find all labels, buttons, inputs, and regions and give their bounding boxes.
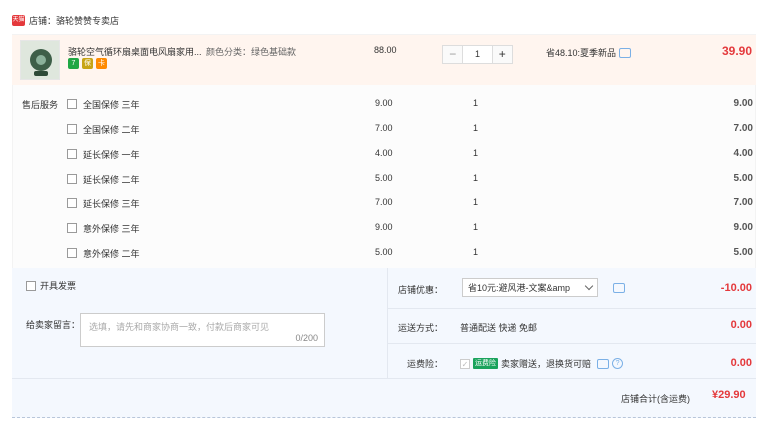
- shipping-value: 0.00: [730, 319, 752, 331]
- fan-icon: [30, 49, 52, 71]
- service-price: 5.00: [375, 173, 393, 183]
- chevron-down-icon: [584, 281, 594, 291]
- service-price: 5.00: [375, 247, 393, 257]
- message-char-count: 0/200: [295, 333, 318, 343]
- invoice-checkbox[interactable]: [26, 280, 36, 291]
- service-label: 售后服务: [22, 100, 59, 110]
- chat-icon[interactable]: [619, 48, 632, 58]
- service-checkbox[interactable]: [67, 149, 77, 159]
- service-row: 全国保修 二年 7.00 1 7.00: [67, 121, 757, 146]
- decrease-button[interactable]: −: [443, 46, 463, 63]
- coupon-label: 店铺优惠：: [398, 285, 444, 295]
- service-price: 7.00: [375, 123, 393, 133]
- service-badges: 7 保 卡: [68, 58, 107, 69]
- service-row: 延长保修 三年 7.00 1 7.00: [67, 195, 757, 220]
- coupon-value: -10.00: [720, 282, 752, 294]
- service-price: 9.00: [375, 222, 393, 232]
- service-checkbox[interactable]: [67, 248, 77, 258]
- insurance-checkbox[interactable]: ✓: [460, 358, 470, 369]
- chat-icon[interactable]: [613, 283, 625, 293]
- service-price: 4.00: [375, 148, 393, 158]
- tmall-icon: 天猫: [12, 14, 25, 26]
- invoice-option[interactable]: 开具发票: [26, 279, 76, 292]
- service-checkbox[interactable]: [67, 99, 77, 109]
- service-qty: 1: [473, 123, 479, 133]
- help-icon[interactable]: ?: [612, 358, 624, 369]
- coupon-selected: 省10元:避风港-文案&amp: [468, 283, 571, 293]
- service-row: 意外保修 三年 9.00 1 9.00: [67, 220, 757, 245]
- service-name: 意外保修 三年: [83, 224, 140, 234]
- shop-header: 天猫 店铺：骆轮赞赞专卖店: [12, 10, 119, 30]
- service-total: 7.00: [733, 197, 753, 208]
- seven-day-return-icon[interactable]: 7: [68, 58, 79, 69]
- quantity-stepper: − 1 +: [442, 45, 513, 64]
- increase-button[interactable]: +: [492, 46, 512, 63]
- service-name: 延长保修 二年: [83, 175, 140, 185]
- promo-text: 省48.10:夏季新品: [546, 48, 617, 58]
- product-sku: 颜色分类：绿色基础款: [206, 47, 297, 57]
- insurance-text: 卖家赠送，退换货可赔: [501, 359, 592, 369]
- service-checkbox[interactable]: [67, 198, 77, 208]
- unit-price: 88.00: [374, 45, 397, 55]
- insurance-option: ✓ 运费险 卖家赠送，退换货可赔 ?: [460, 357, 624, 370]
- shop-name-link[interactable]: 店铺：骆轮赞赞专卖店: [29, 14, 119, 27]
- product-subtotal: 39.90: [721, 44, 752, 58]
- invoice-label: 开具发票: [40, 281, 77, 291]
- service-name: 延长保修 一年: [83, 150, 140, 160]
- service-qty: 1: [473, 173, 479, 183]
- message-textarea[interactable]: 选填，请先和商家协商一致，付款后商家可见 0/200: [80, 313, 325, 347]
- message-placeholder: 选填，请先和商家协商一致，付款后商家可见: [89, 322, 270, 332]
- service-qty: 1: [473, 197, 479, 207]
- service-name: 延长保修 三年: [83, 199, 140, 209]
- service-row: 意外保修 二年 5.00 1 5.00: [67, 245, 757, 270]
- service-price: 7.00: [375, 197, 393, 207]
- coupon-select[interactable]: 省10元:避风港-文案&amp: [462, 278, 598, 297]
- shipping-method: 普通配送 快递 免邮: [460, 323, 538, 333]
- message-label: 给卖家留言：: [26, 320, 81, 330]
- service-checkbox[interactable]: [67, 174, 77, 184]
- service-checkbox[interactable]: [67, 223, 77, 233]
- service-name: 意外保修 二年: [83, 249, 140, 259]
- card-payment-icon[interactable]: 卡: [96, 58, 107, 69]
- chat-icon[interactable]: [597, 358, 610, 369]
- service-row: 延长保修 一年 4.00 1 4.00: [67, 146, 757, 171]
- product-row: [12, 35, 756, 85]
- service-total: 5.00: [733, 247, 753, 258]
- service-qty: 1: [473, 222, 479, 232]
- service-total: 5.00: [733, 173, 753, 184]
- service-name: 全国保修 二年: [83, 125, 140, 135]
- insurance-tag: 运费险: [473, 358, 498, 369]
- shipping-label: 运送方式：: [398, 323, 444, 333]
- product-title-link[interactable]: 骆轮空气循环扇桌面电风扇家用...: [68, 45, 203, 58]
- shop-total-label: 店铺合计(含运费): [621, 394, 690, 404]
- promo-info: 省48.10:夏季新品: [546, 46, 632, 59]
- service-name: 全国保修 三年: [83, 100, 140, 110]
- service-total: 9.00: [733, 222, 753, 233]
- service-qty: 1: [473, 148, 479, 158]
- shop-total-value: ¥29.90: [712, 389, 746, 401]
- quantity-input[interactable]: 1: [462, 46, 493, 63]
- insurance-label: 运费险：: [406, 359, 443, 369]
- guarantee-icon[interactable]: 保: [82, 58, 93, 69]
- insurance-value: 0.00: [730, 357, 752, 369]
- service-total: 4.00: [733, 148, 753, 159]
- service-total: 9.00: [733, 98, 753, 109]
- product-thumbnail[interactable]: [20, 40, 60, 80]
- service-qty: 1: [473, 247, 479, 257]
- service-total: 7.00: [733, 123, 753, 134]
- service-row: 延长保修 二年 5.00 1 5.00: [67, 171, 757, 196]
- service-checkbox[interactable]: [67, 124, 77, 134]
- service-qty: 1: [473, 98, 479, 108]
- service-row: 全国保修 三年 9.00 1 9.00: [67, 96, 757, 121]
- service-price: 9.00: [375, 98, 393, 108]
